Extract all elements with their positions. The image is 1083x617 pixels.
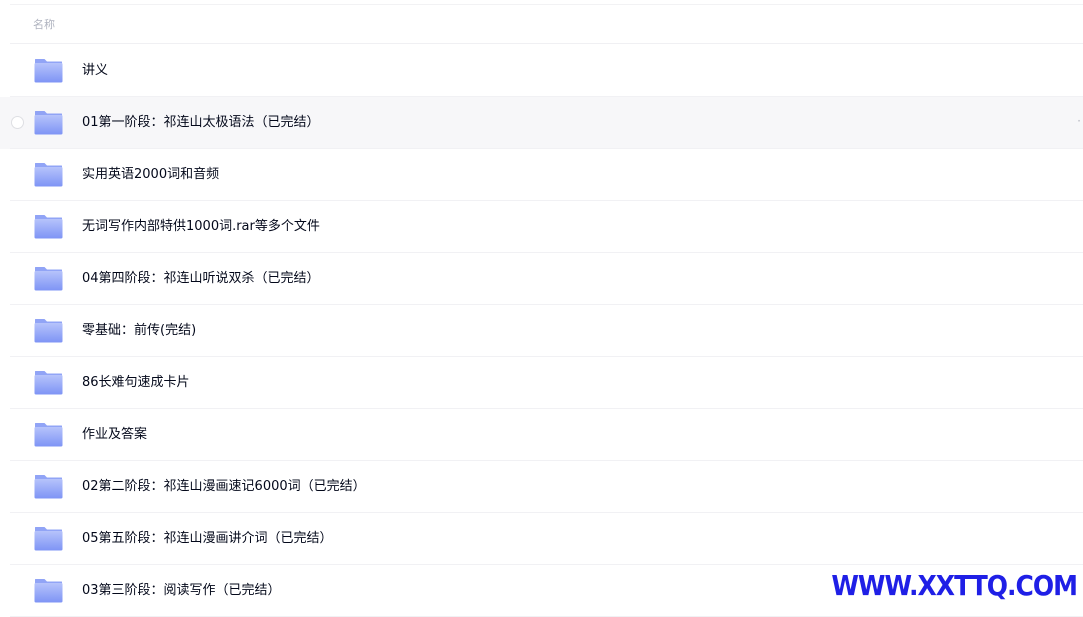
file-name[interactable]: 实用英语2000词和音频 bbox=[82, 166, 219, 184]
file-name[interactable]: 05第五阶段：祁连山漫画讲介词（已完结） bbox=[82, 530, 333, 548]
file-name[interactable]: 02第二阶段：祁连山漫画速记6000词（已完结） bbox=[82, 478, 366, 496]
file-list: 名称 讲义 01第一阶段：祁连山太极语法（已完结） · 实用英语2000词和音频无词写… bbox=[0, 0, 1083, 617]
file-name[interactable]: 03第三阶段：阅读写作（已完结） bbox=[82, 582, 281, 600]
more-actions-icon[interactable]: · bbox=[1077, 114, 1081, 128]
row-checkbox[interactable] bbox=[11, 116, 24, 129]
file-row[interactable]: 86长难句速成卡片 bbox=[0, 357, 1083, 409]
watermark: WWW.XXTTQ.COM bbox=[831, 569, 1078, 602]
file-row[interactable]: 02第二阶段：祁连山漫画速记6000词（已完结） bbox=[0, 461, 1083, 513]
file-name[interactable]: 作业及答案 bbox=[82, 426, 147, 444]
folder-icon bbox=[34, 527, 63, 551]
file-row[interactable]: 无词写作内部特供1000词.rar等多个文件 bbox=[0, 201, 1083, 253]
list-header: 名称 bbox=[10, 4, 1083, 44]
folder-icon bbox=[34, 267, 63, 291]
file-name[interactable]: 讲义 bbox=[82, 62, 108, 80]
file-name[interactable]: 86长难句速成卡片 bbox=[82, 374, 190, 392]
file-name[interactable]: 零基础：前传(完结) bbox=[82, 322, 196, 340]
folder-icon bbox=[34, 215, 63, 239]
name-column-header[interactable]: 名称 bbox=[33, 18, 55, 32]
file-row[interactable]: 05第五阶段：祁连山漫画讲介词（已完结） bbox=[0, 513, 1083, 565]
file-rows: 讲义 01第一阶段：祁连山太极语法（已完结） · 实用英语2000词和音频无词写作内部… bbox=[0, 45, 1083, 617]
file-name[interactable]: 01第一阶段：祁连山太极语法（已完结） bbox=[82, 114, 320, 132]
file-row[interactable]: 作业及答案 bbox=[0, 409, 1083, 461]
folder-icon bbox=[34, 111, 63, 135]
file-row[interactable]: 讲义 bbox=[0, 45, 1083, 97]
folder-icon bbox=[34, 475, 63, 499]
folder-icon bbox=[34, 579, 63, 603]
folder-icon bbox=[34, 423, 63, 447]
folder-icon bbox=[34, 319, 63, 343]
file-name[interactable]: 04第四阶段：祁连山听说双杀（已完结） bbox=[82, 270, 320, 288]
file-row[interactable]: 04第四阶段：祁连山听说双杀（已完结） bbox=[0, 253, 1083, 305]
file-row[interactable]: 01第一阶段：祁连山太极语法（已完结） · bbox=[0, 97, 1083, 149]
folder-icon bbox=[34, 163, 63, 187]
file-row[interactable]: 实用英语2000词和音频 bbox=[0, 149, 1083, 201]
file-row[interactable]: 零基础：前传(完结) bbox=[0, 305, 1083, 357]
file-name[interactable]: 无词写作内部特供1000词.rar等多个文件 bbox=[82, 218, 320, 236]
folder-icon bbox=[34, 371, 63, 395]
folder-icon bbox=[34, 59, 63, 83]
